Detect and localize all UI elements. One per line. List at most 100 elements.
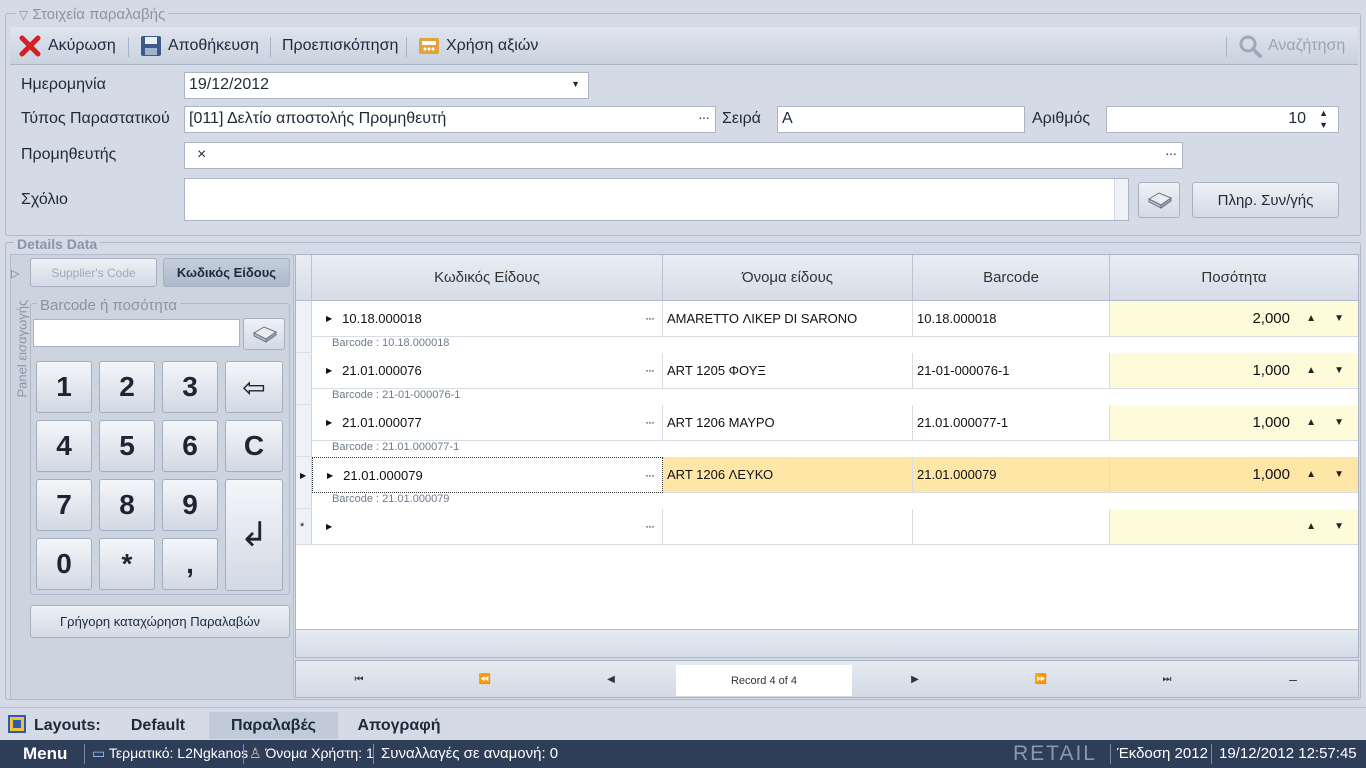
enter-key[interactable]: ↲: [225, 479, 283, 591]
barcode-cell[interactable]: 10.18.000018: [913, 301, 1110, 337]
spin-down-icon[interactable]: ▼: [1334, 521, 1344, 532]
date-field[interactable]: 19/12/2012 ▼: [184, 72, 589, 99]
item-name-cell[interactable]: ART 1206 ΜΑΥΡΟ: [663, 405, 913, 441]
comment-field[interactable]: [184, 178, 1129, 221]
key-9[interactable]: 9: [162, 479, 218, 531]
spin-up-icon[interactable]: ▲: [1306, 313, 1316, 324]
cancel-button[interactable]: Ακύρωση: [18, 27, 116, 65]
column-header-barcode[interactable]: Barcode: [913, 255, 1110, 301]
spin-down-icon[interactable]: ▼: [1334, 469, 1344, 480]
suppliers-code-tab[interactable]: Supplier's Code: [30, 258, 157, 287]
item-code-cell[interactable]: ▶ 21.01.000077 ···: [312, 405, 663, 441]
next-record-button[interactable]: ▶: [852, 661, 978, 697]
panel-collapse-icon[interactable]: ▷: [11, 267, 19, 280]
chevron-down-icon[interactable]: ▼: [571, 79, 580, 89]
key-1[interactable]: 1: [36, 361, 92, 413]
table-row[interactable]: ▶ 10.18.000018 ··· AMARETTO ΛΙΚΕΡ DI SAR…: [296, 301, 1358, 353]
quantity-cell[interactable]: 1,000 ▲ ▼: [1110, 353, 1358, 389]
supplier-field[interactable]: × ···: [184, 142, 1183, 169]
item-name-cell[interactable]: [663, 509, 913, 545]
ellipsis-button[interactable]: ···: [645, 363, 655, 377]
menu-button[interactable]: Menu: [23, 744, 67, 764]
clear-icon[interactable]: ×: [197, 146, 206, 163]
quantity-cell[interactable]: 1,000 ▲ ▼: [1110, 405, 1358, 441]
key-7[interactable]: 7: [36, 479, 92, 531]
table-row[interactable]: ▶ 21.01.000077 ··· ART 1206 ΜΑΥΡΟ 21.01.…: [296, 405, 1358, 457]
series-field[interactable]: Α: [777, 106, 1025, 133]
layout-tab-default[interactable]: Default: [118, 712, 198, 739]
key-0[interactable]: 0: [36, 538, 92, 590]
spin-up-icon[interactable]: ▲: [1306, 417, 1316, 428]
barcode-input[interactable]: [33, 319, 240, 347]
backspace-key[interactable]: ⇦: [225, 361, 283, 413]
star-key[interactable]: *: [99, 538, 155, 590]
ellipsis-button[interactable]: ···: [645, 519, 655, 533]
column-header-code[interactable]: Κωδικός Είδους: [312, 255, 663, 301]
item-name-cell[interactable]: ART 1206 ΛΕΥΚΟ: [663, 457, 913, 493]
item-name-cell[interactable]: ART 1205 ΦΟΥΞ: [663, 353, 913, 389]
comma-key[interactable]: ,: [162, 538, 218, 590]
expand-icon[interactable]: ▶: [326, 366, 332, 375]
prev-record-button[interactable]: ◀: [548, 661, 674, 697]
quantity-cell[interactable]: ▲ ▼: [1110, 509, 1358, 545]
key-2[interactable]: 2: [99, 361, 155, 413]
table-row[interactable]: ▶ 21.01.000076 ··· ART 1205 ΦΟΥΞ 21-01-0…: [296, 353, 1358, 405]
key-5[interactable]: 5: [99, 420, 155, 472]
barcode-cell[interactable]: [913, 509, 1110, 545]
spin-down-icon[interactable]: ▼: [1334, 313, 1344, 324]
expand-icon[interactable]: ▶: [326, 314, 332, 323]
comment-scrollbar[interactable]: [1114, 179, 1128, 220]
column-header-name[interactable]: Όνομα είδους: [663, 255, 913, 301]
ellipsis-button[interactable]: ···: [645, 311, 655, 325]
column-header-quantity[interactable]: Ποσότητα: [1110, 255, 1358, 301]
new-item-row[interactable]: * ▶ ··· ▲ ▼: [296, 509, 1358, 545]
item-code-tab[interactable]: Κωδικός Είδους: [163, 258, 290, 287]
use-values-button[interactable]: Χρήση αξιών: [418, 27, 538, 65]
quick-entry-button[interactable]: Γρήγορη καταχώρηση Παραλαβών: [30, 605, 290, 638]
barcode-keyboard-button[interactable]: [243, 318, 285, 350]
spin-up-icon[interactable]: ▲: [1306, 365, 1316, 376]
barcode-cell[interactable]: 21.01.000079: [913, 457, 1110, 493]
quantity-cell[interactable]: 1,000 ▲ ▼: [1110, 457, 1358, 493]
doc-type-field[interactable]: [011] Δελτίο αποστολής Προμηθευτή ···: [184, 106, 716, 133]
delete-record-button[interactable]: –: [1230, 661, 1356, 697]
ellipsis-button[interactable]: ···: [1165, 145, 1177, 161]
spin-down-icon[interactable]: ▼: [1319, 120, 1328, 130]
number-field[interactable]: 10 ▲ ▼: [1106, 106, 1339, 133]
key-6[interactable]: 6: [162, 420, 218, 472]
payment-button[interactable]: Πληρ. Συν/γής: [1192, 182, 1339, 218]
last-record-button[interactable]: ⏭: [1104, 661, 1230, 697]
quantity-cell[interactable]: 2,000 ▲ ▼: [1110, 301, 1358, 337]
barcode-cell[interactable]: 21.01.000077-1: [913, 405, 1110, 441]
item-code-cell[interactable]: ▶ 10.18.000018 ···: [312, 301, 663, 337]
collapse-triangle-icon[interactable]: ▽: [19, 8, 28, 22]
key-8[interactable]: 8: [99, 479, 155, 531]
spin-up-icon[interactable]: ▲: [1319, 108, 1328, 118]
save-button[interactable]: Αποθήκευση: [140, 27, 259, 65]
ellipsis-button[interactable]: ···: [698, 109, 710, 125]
spin-up-icon[interactable]: ▲: [1306, 521, 1316, 532]
item-name-cell[interactable]: AMARETTO ΛΙΚΕΡ DI SARONO: [663, 301, 913, 337]
ellipsis-button[interactable]: ···: [645, 468, 655, 482]
spin-down-icon[interactable]: ▼: [1334, 417, 1344, 428]
keyboard-button[interactable]: [1138, 182, 1180, 218]
clear-key[interactable]: C: [225, 420, 283, 472]
expand-icon[interactable]: ▶: [326, 522, 332, 531]
key-3[interactable]: 3: [162, 361, 218, 413]
layout-tab-receipts[interactable]: Παραλαβές: [209, 712, 338, 739]
expand-icon[interactable]: ▶: [327, 471, 333, 480]
barcode-cell[interactable]: 21-01-000076-1: [913, 353, 1110, 389]
spin-up-icon[interactable]: ▲: [1306, 469, 1316, 480]
search-button[interactable]: Αναζήτηση: [1238, 27, 1345, 65]
layout-tab-inventory[interactable]: Απογραφή: [350, 712, 448, 739]
item-code-cell[interactable]: ▶ ···: [312, 509, 663, 545]
item-code-cell[interactable]: ▶ 21.01.000076 ···: [312, 353, 663, 389]
expand-icon[interactable]: ▶: [326, 418, 332, 427]
first-record-button[interactable]: ⏮: [296, 661, 422, 697]
receipt-group-title[interactable]: ▽ Στοιχεία παραλαβής: [16, 6, 169, 23]
ellipsis-button[interactable]: ···: [645, 415, 655, 429]
prev-page-button[interactable]: ⏪: [422, 661, 548, 697]
key-4[interactable]: 4: [36, 420, 92, 472]
table-row-selected[interactable]: ▶ ▶ 21.01.000079 ··· ART 1206 ΛΕΥΚΟ 21.0…: [296, 457, 1358, 509]
item-code-cell[interactable]: ▶ 21.01.000079 ···: [312, 457, 663, 493]
